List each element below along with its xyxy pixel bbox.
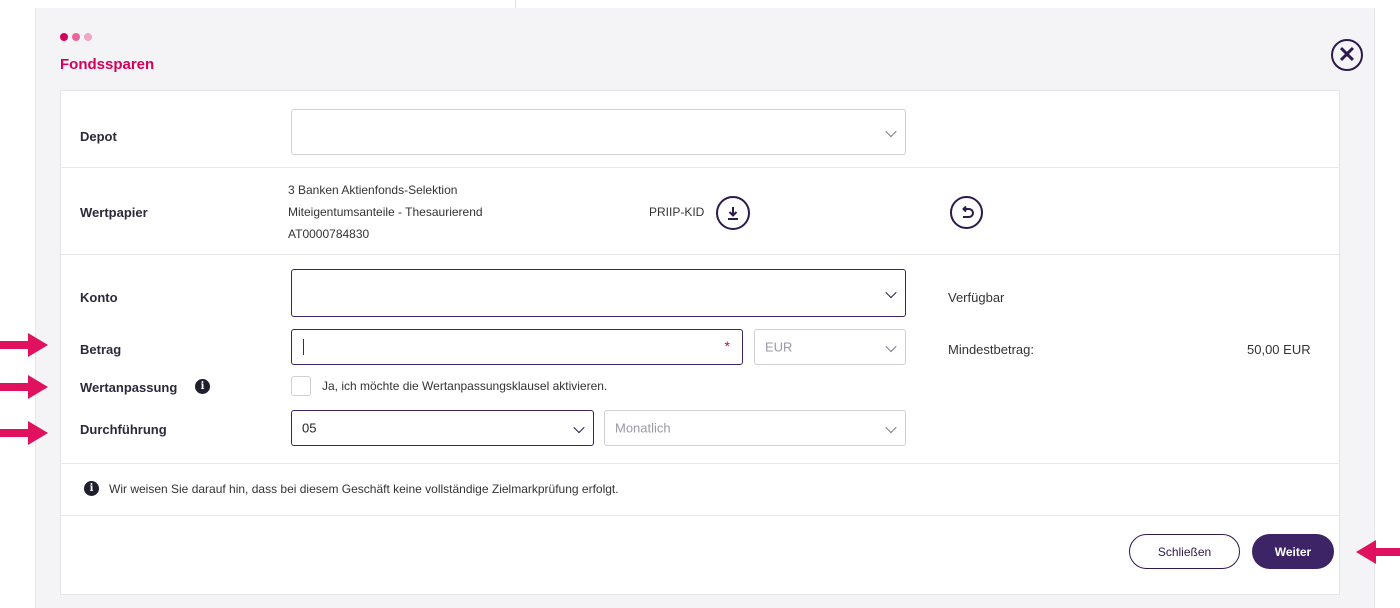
undo-icon[interactable]: [950, 196, 983, 229]
info-icon: i: [84, 481, 99, 496]
divider: [61, 167, 1339, 168]
betrag-label: Betrag: [80, 342, 122, 357]
depot-select[interactable]: [291, 109, 906, 155]
konto-label: Konto: [80, 290, 118, 305]
currency-select[interactable]: EUR: [754, 329, 906, 365]
chevron-down-icon: [573, 421, 585, 434]
security-name-line1: 3 Banken Aktienfonds-Selektion: [288, 183, 458, 197]
konto-select[interactable]: [291, 269, 906, 317]
target-market-notice: Wir weisen Sie darauf hin, dass bei dies…: [109, 482, 619, 496]
chevron-down-icon: [885, 421, 897, 434]
security-isin: AT0000784830: [288, 227, 370, 241]
security-name-line2: Miteigentumsanteile - Thesaurierend: [288, 205, 483, 219]
order-form-card: Depot Wertpapier 3 Banken Aktienfonds-Se…: [60, 90, 1340, 595]
chevron-down-icon: [885, 125, 897, 138]
annotation-arrow-right-icon: [0, 421, 48, 445]
wertpapier-label: Wertpapier: [80, 205, 148, 220]
divider: [61, 254, 1339, 255]
betrag-input[interactable]: *: [291, 329, 743, 365]
dialog-title: Fondssparen: [60, 56, 155, 73]
step-dot: [84, 33, 92, 41]
durchfuehrung-label: Durchführung: [80, 422, 167, 437]
execution-day-select[interactable]: 05: [291, 410, 594, 446]
step-dot: [60, 33, 68, 41]
annotation-arrow-right-icon: [0, 333, 48, 357]
annotation-arrow-right-icon: [0, 375, 48, 399]
chevron-down-icon: [885, 340, 897, 353]
fondssparen-dialog: Fondssparen ✕ Depot Wertpapier 3 Banken …: [35, 8, 1375, 608]
download-icon[interactable]: [716, 196, 750, 230]
text-caret: [303, 339, 304, 355]
verfuegbar-label: Verfügbar: [948, 290, 1005, 305]
priip-kid-label[interactable]: PRIIP-KID: [649, 205, 704, 219]
mindestbetrag-label: Mindestbetrag:: [948, 342, 1034, 357]
mindestbetrag-value: 50,00 EUR: [1247, 342, 1311, 357]
depot-label: Depot: [80, 129, 117, 144]
required-marker: *: [724, 338, 730, 354]
annotation-arrow-left-icon: [1356, 540, 1400, 564]
next-button[interactable]: Weiter: [1252, 534, 1334, 569]
execution-day-value: 05: [302, 420, 317, 436]
wertanpassung-label: Wertanpassung: [80, 380, 178, 395]
step-dot: [72, 33, 80, 41]
divider: [61, 463, 1339, 464]
chevron-down-icon: [885, 286, 897, 299]
interval-select[interactable]: Monatlich: [604, 410, 906, 446]
wertanpassung-checkbox-label[interactable]: Ja, ich möchte die Wertanpassungsklausel…: [322, 379, 607, 393]
info-icon[interactable]: i: [195, 379, 210, 394]
wertanpassung-checkbox[interactable]: [291, 376, 311, 396]
currency-value: EUR: [765, 339, 793, 355]
interval-value: Monatlich: [615, 420, 671, 436]
divider: [61, 515, 1339, 516]
close-button[interactable]: Schließen: [1129, 534, 1240, 569]
close-icon[interactable]: ✕: [1331, 39, 1363, 71]
step-dots: [60, 33, 92, 41]
